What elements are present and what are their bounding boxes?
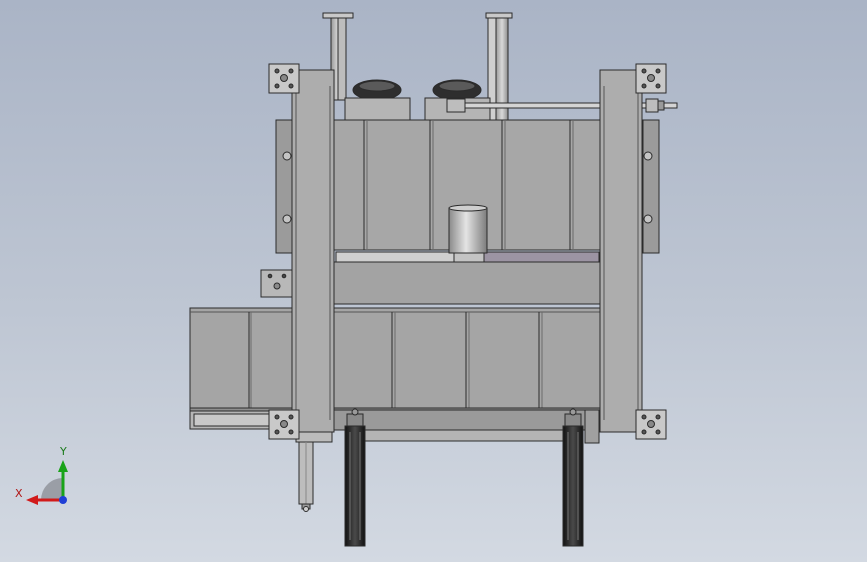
junction-box (260, 269, 294, 298)
corner-plate-top-right (635, 63, 667, 94)
corner-plate-bottom-left (268, 409, 300, 440)
triad-origin-disc (41, 478, 63, 500)
cylinder-cup (448, 204, 488, 254)
left-side-bracket (275, 119, 293, 254)
x-axis-label: X (15, 487, 23, 500)
left-sensor-pin (298, 441, 314, 512)
right-side-bracket (642, 119, 660, 254)
middle-beam (333, 261, 601, 305)
left-vertical-frame (291, 69, 335, 443)
bottom-crossbar (333, 409, 601, 444)
corner-plate-top-left (268, 63, 300, 94)
right-leg-cylinder (562, 408, 584, 547)
axis-triad: Y X (15, 445, 68, 505)
left-motor (344, 79, 411, 121)
right-vertical-frame (599, 69, 643, 433)
cad-viewport[interactable]: Y X (0, 0, 867, 562)
left-leg-cylinder (344, 408, 366, 547)
machine-front-view: Y X (15, 12, 678, 547)
corner-plate-bottom-right (635, 409, 667, 440)
y-axis-label: Y (59, 445, 67, 458)
z-axis-dot (59, 496, 67, 504)
